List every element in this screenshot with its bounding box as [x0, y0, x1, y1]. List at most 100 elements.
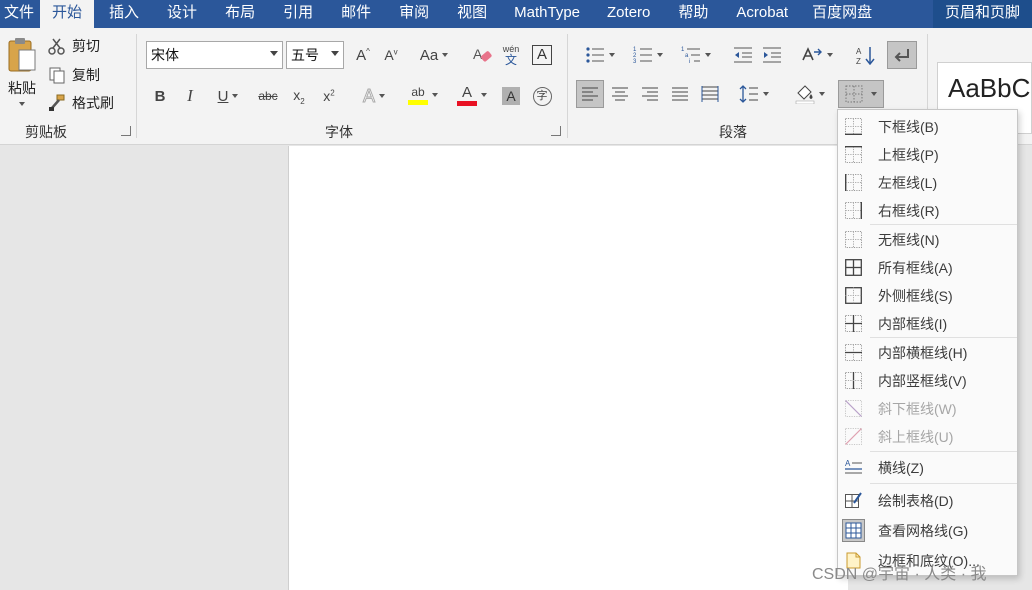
menu-item-all-borders[interactable]: 所有框线(A): [838, 253, 1017, 281]
underline-dropdown-icon: [232, 94, 239, 98]
subscript-button[interactable]: x2: [289, 84, 309, 108]
tab-home[interactable]: 开始: [40, 0, 95, 28]
tab-mailings[interactable]: 邮件: [327, 0, 385, 28]
inside-vertical-border-icon: [845, 372, 862, 389]
menu-item-label: 下框线(B): [878, 119, 939, 135]
tab-zotero[interactable]: Zotero: [593, 0, 664, 28]
menu-item-horizontal-line[interactable]: A 横线(Z): [838, 453, 1017, 481]
bottom-border-icon: [845, 118, 862, 135]
show-paragraph-marks-button[interactable]: [887, 41, 917, 69]
increase-indent-button[interactable]: [760, 43, 784, 67]
menu-item-draw-table[interactable]: 绘制表格(D): [838, 486, 1017, 514]
tab-view[interactable]: 视图: [443, 0, 501, 28]
numbering-dropdown-icon: [657, 53, 663, 57]
menu-item-right-border[interactable]: 右框线(R): [838, 196, 1017, 224]
copy-button[interactable]: 复制: [48, 64, 100, 86]
tab-layout[interactable]: 布局: [211, 0, 269, 28]
highlight-color-button[interactable]: ab: [402, 82, 444, 108]
menu-item-view-gridlines[interactable]: 查看网格线(G): [838, 516, 1017, 544]
menu-item-no-border[interactable]: 无框线(N): [838, 225, 1017, 253]
tab-acrobat[interactable]: Acrobat: [722, 0, 802, 28]
menu-item-label: 斜上框线(U): [878, 429, 954, 445]
superscript-button[interactable]: x2: [319, 84, 339, 108]
menu-item-label: 上框线(P): [878, 147, 939, 163]
align-center-button[interactable]: [607, 80, 633, 108]
format-painter-button[interactable]: 格式刷: [48, 92, 114, 114]
svg-text:A: A: [473, 46, 483, 62]
bold-button[interactable]: B: [150, 84, 170, 108]
tab-references[interactable]: 引用: [269, 0, 327, 28]
chinese-layout-button[interactable]: [797, 43, 837, 67]
bullets-button[interactable]: [578, 43, 622, 67]
strikethrough-button[interactable]: abc: [256, 84, 280, 108]
paragraph-mark-icon: [893, 47, 911, 63]
tab-baidu-netdisk[interactable]: 百度网盘: [802, 0, 882, 28]
tab-help[interactable]: 帮助: [664, 0, 722, 28]
diagonal-down-border-icon: [845, 400, 862, 417]
text-effects-button[interactable]: A: [356, 84, 392, 108]
borders-button[interactable]: [838, 80, 884, 108]
sort-icon: AZ: [856, 45, 876, 65]
menu-item-inside-borders[interactable]: 内部框线(I): [838, 309, 1017, 337]
font-size-dropdown-icon[interactable]: [331, 51, 339, 56]
change-case-button[interactable]: Aa: [414, 43, 454, 67]
distributed-button[interactable]: [697, 80, 723, 108]
enclose-characters-button[interactable]: 字: [531, 84, 553, 108]
style-sample-text: AaBbC: [948, 73, 1031, 103]
multilevel-list-button[interactable]: 1ai: [674, 43, 718, 67]
shading-button[interactable]: [790, 80, 830, 108]
text-effects-icon: A: [362, 85, 375, 106]
font-color-button[interactable]: A: [452, 82, 492, 108]
font-size-combo[interactable]: 五号: [286, 41, 344, 69]
document-page[interactable]: [288, 146, 848, 590]
menu-item-bottom-border[interactable]: 下框线(B): [838, 112, 1017, 140]
align-left-button[interactable]: [576, 80, 604, 108]
menu-item-inside-horizontal-border[interactable]: 内部横框线(H): [838, 338, 1017, 366]
grow-font-button[interactable]: A^: [352, 43, 374, 67]
tab-design[interactable]: 设计: [153, 0, 211, 28]
justify-button[interactable]: [667, 80, 693, 108]
paste-button[interactable]: 粘贴: [2, 36, 42, 118]
paste-dropdown-icon[interactable]: [19, 102, 25, 106]
menu-item-left-border[interactable]: 左框线(L): [838, 168, 1017, 196]
inside-horizontal-border-icon: [845, 344, 862, 361]
menu-item-outside-borders[interactable]: 外侧框线(S): [838, 281, 1017, 309]
font-color-icon: A: [457, 85, 477, 106]
menu-item-label: 所有框线(A): [878, 260, 953, 276]
borders-dropdown-icon[interactable]: [871, 92, 877, 96]
font-name-dropdown-icon[interactable]: [270, 51, 278, 56]
font-name-combo[interactable]: 宋体: [146, 41, 283, 69]
tab-file[interactable]: 文件: [0, 0, 40, 28]
sort-button[interactable]: AZ: [855, 43, 877, 67]
cut-button[interactable]: 剪切: [48, 35, 100, 57]
tab-header-footer[interactable]: 页眉和页脚: [932, 0, 1032, 28]
clipboard-dialog-launcher[interactable]: [121, 126, 131, 136]
bullets-icon: [585, 46, 605, 64]
character-shading-button[interactable]: A: [501, 84, 521, 108]
menu-item-label: 内部竖框线(V): [878, 373, 967, 389]
format-painter-label: 格式刷: [72, 95, 114, 111]
tab-review[interactable]: 审阅: [385, 0, 443, 28]
italic-button[interactable]: I: [180, 84, 200, 108]
character-border-button[interactable]: A: [531, 43, 553, 67]
menu-item-inside-vertical-border[interactable]: 内部竖框线(V): [838, 366, 1017, 394]
character-border-icon: A: [532, 45, 552, 65]
clear-formatting-button[interactable]: A: [472, 43, 494, 67]
bullets-dropdown-icon: [609, 53, 615, 57]
menu-item-top-border[interactable]: 上框线(P): [838, 140, 1017, 168]
numbering-button[interactable]: 123: [626, 43, 670, 67]
tab-mathtype[interactable]: MathType: [501, 0, 593, 28]
underline-button[interactable]: U: [210, 84, 246, 108]
tab-insert[interactable]: 插入: [94, 0, 153, 28]
right-border-icon: [845, 202, 862, 219]
group-separator: [136, 34, 137, 138]
align-right-button[interactable]: [637, 80, 663, 108]
character-shading-icon: A: [502, 87, 520, 105]
line-spacing-button[interactable]: [734, 80, 774, 108]
highlighter-icon: ab: [408, 86, 428, 105]
decrease-indent-button[interactable]: [731, 43, 755, 67]
font-dialog-launcher[interactable]: [551, 126, 561, 136]
phonetic-guide-button[interactable]: wén 文: [500, 41, 522, 69]
shrink-font-button[interactable]: Av: [380, 43, 402, 67]
font-name-value: 宋体: [151, 47, 179, 63]
